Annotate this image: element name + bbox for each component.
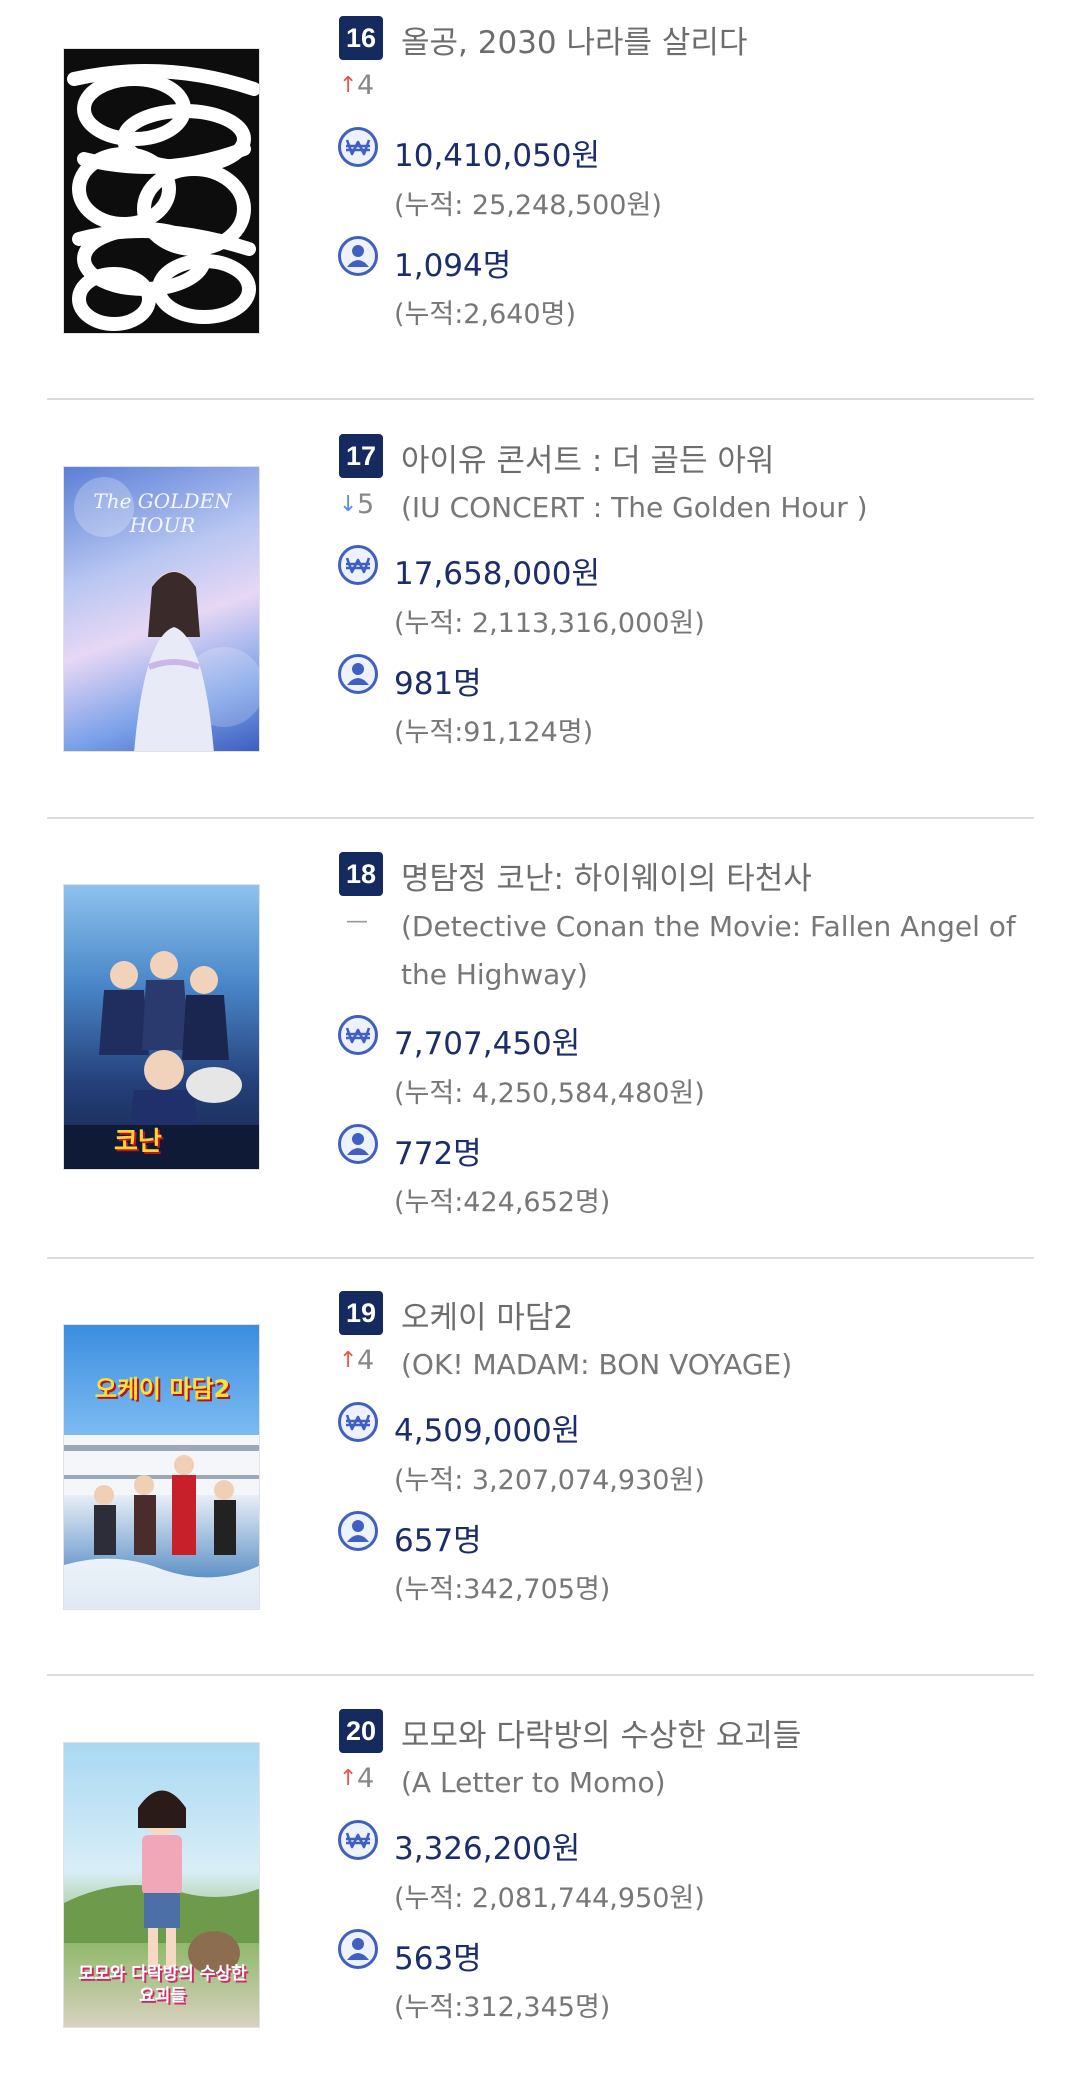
sales-value: 7,707,450원 <box>394 1026 581 1062</box>
arrow-up-icon: ↑ <box>339 1348 358 1373</box>
person-icon <box>338 654 378 694</box>
won-icon <box>338 127 378 167</box>
rank-change: ↑4 <box>339 1763 374 1794</box>
rank-change: ↑4 <box>339 1345 374 1376</box>
divider <box>47 1674 1034 1676</box>
sales-value: 17,658,000원 <box>394 556 601 592</box>
movie-title[interactable]: 명탐정 코난: 하이웨이의 타천사 <box>401 853 812 898</box>
person-icon <box>338 1929 378 1969</box>
sales-value: 4,509,000원 <box>394 1413 581 1449</box>
rank-change-value: 4 <box>357 70 375 101</box>
movie-title-en: (Detective Conan the Movie: Fallen Angel… <box>401 910 1016 991</box>
movie-title[interactable]: 올공, 2030 나라를 살리다 <box>401 17 747 62</box>
sales-value: 3,326,200원 <box>394 1831 581 1867</box>
poster-title: 코난 <box>114 1127 162 1157</box>
rank-badge: 18 <box>339 852 383 896</box>
poster-ship-icon <box>64 1435 259 1609</box>
poster-title: 모모와 다락방의 수상한 요괴들 <box>78 1964 247 2006</box>
won-icon <box>338 1015 378 1055</box>
rank-change: ↑4 <box>339 70 374 101</box>
audience-value: 1,094명 <box>394 248 512 284</box>
movie-title-en: (IU CONCERT : The Golden Hour ) <box>401 491 868 524</box>
audience-value: 657명 <box>394 1523 482 1559</box>
person-icon <box>338 236 378 276</box>
audience-total: (누적:312,345명) <box>394 1992 611 2023</box>
rank-change: ↓5 <box>339 489 374 520</box>
rank-badge: 16 <box>339 16 383 60</box>
rank-change-value: 5 <box>357 489 375 520</box>
movie-poster[interactable]: 코난 <box>63 884 260 1170</box>
audience-value: 563명 <box>394 1941 482 1977</box>
rank-badge: 17 <box>339 434 383 478</box>
movie-poster[interactable]: The GOLDEN HOUR <box>63 466 260 752</box>
audience-total: (누적:342,705명) <box>394 1574 611 1605</box>
arrow-down-icon: ↓ <box>339 492 358 517</box>
divider <box>47 398 1034 400</box>
movie-title-en: (A Letter to Momo) <box>401 1766 666 1799</box>
audience-total: (누적:91,124명) <box>394 717 594 748</box>
movie-title[interactable]: 모모와 다락방의 수상한 요괴들 <box>401 1710 801 1755</box>
divider <box>47 1257 1034 1259</box>
poster-characters-icon <box>64 951 259 1169</box>
divider <box>47 817 1034 819</box>
won-icon <box>338 1402 378 1442</box>
audience-total: (누적:2,640명) <box>394 299 576 330</box>
audience-value: 981명 <box>394 666 482 702</box>
sales-total: (누적: 3,207,074,930원) <box>394 1465 705 1496</box>
arrow-up-icon: ↑ <box>339 1766 358 1791</box>
movie-title-en: (OK! MADAM: BON VOYAGE) <box>401 1348 793 1381</box>
poster-scribble-icon <box>64 49 259 333</box>
movie-title[interactable]: 아이유 콘서트 : 더 골든 아워 <box>401 435 774 480</box>
person-icon <box>338 1124 378 1164</box>
sales-total: (누적: 4,250,584,480원) <box>394 1078 705 1109</box>
sales-total: (누적: 2,081,744,950원) <box>394 1883 705 1914</box>
movie-poster[interactable] <box>63 48 260 334</box>
movie-title[interactable]: 오케이 마담2 <box>401 1292 573 1337</box>
sales-total: (누적: 25,248,500원) <box>394 190 662 221</box>
person-icon <box>338 1511 378 1551</box>
poster-title: The GOLDEN HOUR <box>93 489 232 537</box>
movie-poster[interactable]: 모모와 다락방의 수상한 요괴들 <box>63 1742 260 2028</box>
rank-change-value: 4 <box>357 1763 375 1794</box>
won-icon <box>338 1820 378 1860</box>
rank-badge: 19 <box>339 1291 383 1335</box>
poster-title: 오케이 마담2 <box>94 1375 231 1403</box>
rank-badge: 20 <box>339 1709 383 1753</box>
audience-value: 772명 <box>394 1136 482 1172</box>
no-change-icon: — <box>346 909 368 934</box>
sales-value: 10,410,050원 <box>394 138 601 174</box>
audience-total: (누적:424,652명) <box>394 1187 611 1218</box>
sales-total: (누적: 2,113,316,000원) <box>394 608 705 639</box>
box-office-list: 16 올공, 2030 나라를 살리다 ↑4 10,410,050원 (누적: … <box>0 0 1080 2078</box>
movie-poster[interactable]: 오케이 마담2 <box>63 1324 260 1610</box>
arrow-up-icon: ↑ <box>339 73 358 98</box>
rank-change: — <box>339 906 375 937</box>
rank-change-value: 4 <box>357 1345 375 1376</box>
won-icon <box>338 545 378 585</box>
